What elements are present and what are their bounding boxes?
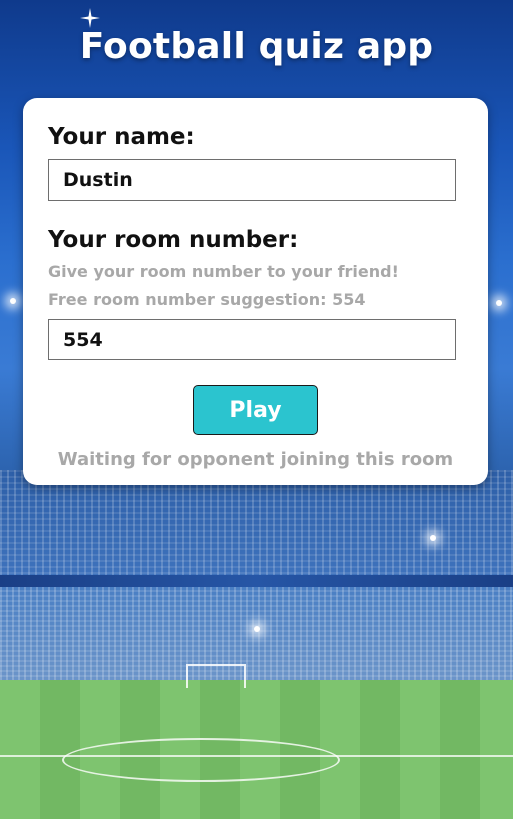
floodlight [10, 298, 16, 304]
play-button[interactable]: Play [193, 385, 318, 435]
floodlight [430, 535, 436, 541]
room-suggestion-text: Free room number suggestion: 554 [48, 290, 366, 309]
pitch-center-circle [62, 738, 340, 782]
page-title: Football quiz app [79, 26, 434, 67]
name-label: Your name: [48, 124, 195, 150]
name-input[interactable] [48, 159, 456, 201]
join-room-card: Your name: Your room number: Give your r… [23, 98, 488, 485]
stadium-stands-upper [0, 470, 513, 580]
sparkle-icon [80, 8, 100, 28]
room-number-label: Your room number: [48, 227, 299, 253]
floodlight [254, 626, 260, 632]
stadium-banner-band [0, 575, 513, 587]
goal-frame [186, 664, 246, 688]
room-hint-text: Give your room number to your friend! [48, 262, 399, 281]
room-number-input[interactable] [48, 319, 456, 360]
floodlight [496, 300, 502, 306]
status-message: Waiting for opponent joining this room [57, 449, 454, 470]
stadium-stands-lower [0, 587, 513, 682]
